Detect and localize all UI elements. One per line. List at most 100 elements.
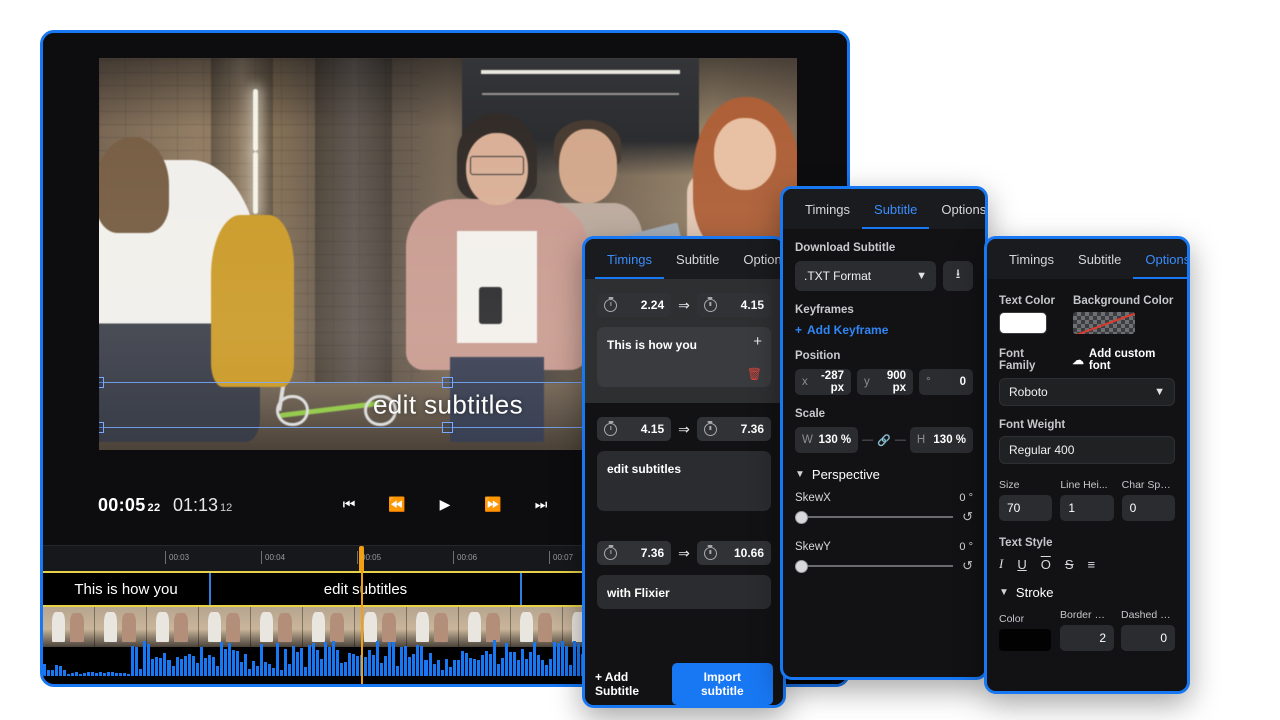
position-x-field[interactable]: x -287 px (795, 369, 851, 395)
tab-timings[interactable]: Timings (595, 241, 664, 279)
tab-subtitle[interactable]: Subtitle (1066, 241, 1133, 279)
skew-x-slider[interactable] (795, 510, 953, 524)
start-time-field[interactable]: 4.15 (597, 417, 671, 441)
rotation-field[interactable]: ° 0 (919, 369, 973, 395)
font-family-select[interactable]: Roboto ▼ (999, 378, 1175, 406)
tab-timings[interactable]: Timings (793, 191, 862, 229)
subtitle-format-value: .TXT Format (804, 269, 871, 283)
waveform-bar (200, 647, 203, 676)
scale-height-field[interactable]: H 130 % (910, 427, 973, 453)
subtitle-text-field[interactable]: with Flixier (597, 575, 771, 609)
add-icon[interactable]: + (753, 334, 762, 349)
size-field[interactable]: 70 (999, 495, 1052, 521)
slider-knob[interactable] (795, 511, 808, 524)
tab-options[interactable]: Options (731, 241, 786, 279)
waveform-bar (449, 667, 452, 676)
skip-to-start-icon[interactable]: ⏮ (336, 491, 362, 517)
resize-handle-top-left[interactable] (99, 377, 104, 388)
timings-panel-footer: + Add Subtitle Import subtitle (585, 663, 783, 705)
start-time-field[interactable]: 7.36 (597, 541, 671, 565)
import-subtitle-button[interactable]: Import subtitle (672, 663, 773, 705)
add-keyframe-button[interactable]: + Add Keyframe (795, 323, 973, 337)
waveform-bar (244, 654, 247, 676)
align-icon[interactable]: ≡ (1088, 557, 1096, 572)
position-y-field[interactable]: y 900 px (857, 369, 913, 395)
strikethrough-icon[interactable]: S (1065, 557, 1074, 572)
perspective-section-header[interactable]: ▼ Perspective (795, 467, 973, 482)
font-weight-select[interactable]: Regular 400 (999, 436, 1175, 464)
slider-knob[interactable] (795, 560, 808, 573)
subtitle-clip[interactable]: edit subtitles (211, 573, 522, 605)
resize-handle-bottom-center[interactable] (442, 422, 453, 433)
subtitle-entry[interactable]: 7.36 ⇒ 10.66 with Flixier (585, 527, 783, 625)
tab-options[interactable]: Options (1133, 241, 1190, 279)
end-time-field[interactable]: 7.36 (697, 417, 771, 441)
dashed-line-field[interactable]: 0 (1121, 625, 1175, 651)
playhead-handle[interactable] (359, 546, 364, 572)
border-width-field[interactable]: 2 (1060, 625, 1114, 651)
waveform-bar (400, 647, 403, 676)
resize-handle-bottom-left[interactable] (99, 422, 104, 433)
skew-y-slider[interactable] (795, 559, 953, 573)
char-spacing-field[interactable]: 0 (1122, 495, 1175, 521)
timing-row: 2.24 ⇒ 4.15 (597, 293, 771, 317)
end-time-field[interactable]: 10.66 (697, 541, 771, 565)
waveform-bar (155, 657, 158, 676)
subtitle-entry[interactable]: 4.15 ⇒ 7.36 edit subtitles (585, 403, 783, 527)
italic-icon[interactable]: I (999, 556, 1003, 572)
background-color-swatch[interactable] (1073, 312, 1135, 334)
skip-to-end-icon[interactable]: ⏭ (528, 491, 554, 517)
stroke-color-swatch[interactable] (999, 629, 1051, 651)
tab-subtitle[interactable]: Subtitle (664, 241, 731, 279)
waveform-bar (408, 657, 411, 676)
arrow-right-icon: ⇒ (678, 297, 690, 314)
tab-timings[interactable]: Timings (997, 241, 1066, 279)
subtitle-text-field[interactable]: edit subtitles (597, 451, 771, 511)
rewind-icon[interactable]: ⏪ (384, 491, 410, 517)
end-time-field[interactable]: 4.15 (697, 293, 771, 317)
chevron-down-icon: ▼ (999, 587, 1009, 598)
start-time-field[interactable]: 2.24 (597, 293, 671, 317)
subtitle-clip[interactable]: This is how you (43, 573, 211, 605)
waveform-bar (212, 657, 215, 676)
reset-icon[interactable]: ↺ (962, 558, 973, 574)
waveform-bar (557, 643, 560, 676)
screenshot-root: edit subtitles 00:0522 01:1312 ⏮ ⏪ ▶ ⏩ (0, 0, 1280, 720)
underline-icon[interactable]: U (1017, 557, 1026, 572)
tab-options[interactable]: Options (929, 191, 988, 229)
play-icon[interactable]: ▶ (432, 491, 458, 517)
overline-icon[interactable]: O (1041, 557, 1051, 572)
fast-forward-icon[interactable]: ⏩ (480, 491, 506, 517)
link-icon[interactable]: 🔗 (877, 434, 891, 447)
text-color-swatch[interactable] (999, 312, 1047, 334)
scale-width-field[interactable]: W 130 % (795, 427, 858, 453)
resize-handle-top-center[interactable] (442, 377, 453, 388)
waveform-bar (525, 659, 528, 676)
delete-icon[interactable]: 🗑 (747, 368, 762, 380)
add-keyframe-label: Add Keyframe (807, 323, 888, 337)
waveform-bar (553, 642, 556, 676)
stroke-section-header[interactable]: ▼ Stroke (999, 585, 1175, 600)
subtitle-text-field[interactable]: This is how you + 🗑 (597, 327, 771, 387)
size-label: Size (999, 479, 1052, 491)
background-color-label: Background Color (1073, 295, 1173, 307)
waveform-bar (47, 670, 50, 676)
tab-subtitle[interactable]: Subtitle (862, 191, 929, 229)
waveform-bar (63, 670, 66, 676)
subtitle-entry[interactable]: 2.24 ⇒ 4.15 This is how you + 🗑 (585, 279, 783, 403)
text-style-label: Text Style (999, 537, 1175, 549)
waveform-bar (328, 647, 331, 676)
add-custom-font-label: Add custom font (1089, 348, 1175, 372)
waveform-bar (433, 664, 436, 676)
waveform-bar (561, 641, 564, 676)
download-button[interactable]: ⭳ (943, 261, 973, 291)
waveform-bar (268, 664, 271, 676)
line-height-field[interactable]: 1 (1060, 495, 1113, 521)
add-subtitle-button[interactable]: + Add Subtitle (595, 670, 672, 698)
subtitle-format-select[interactable]: .TXT Format ▼ (795, 261, 936, 291)
subtitle-text-value: This is how you (607, 338, 697, 352)
waveform-bar (509, 652, 512, 676)
playhead-line[interactable] (361, 571, 363, 684)
add-custom-font-button[interactable]: ☁ Add custom font (1072, 348, 1175, 372)
reset-icon[interactable]: ↺ (962, 509, 973, 525)
